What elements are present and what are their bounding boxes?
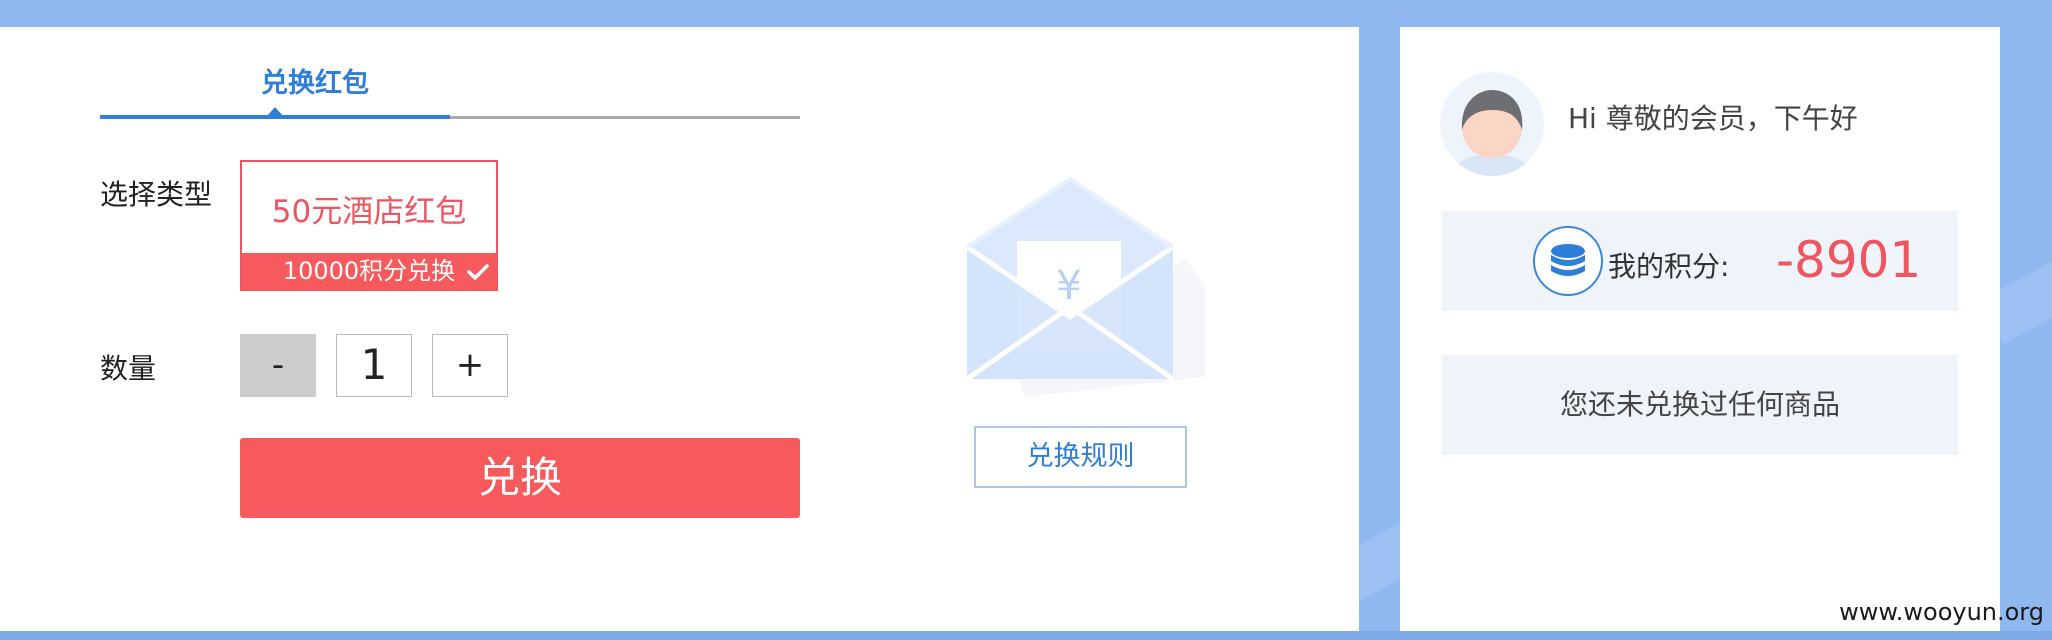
type-label: 选择类型 [100, 178, 213, 211]
check-icon [467, 264, 489, 280]
yuan-symbol: ¥ [1056, 263, 1081, 309]
redpacket-type-option[interactable]: 50元酒店红包 10000积分兑换 [240, 160, 498, 291]
exchange-rules-button[interactable]: 兑换规则 [974, 426, 1187, 488]
bottom-strip [0, 631, 2052, 640]
tab-caret-icon [267, 107, 283, 116]
avatar [1440, 72, 1544, 176]
member-panel: Hi 尊敬的会员，下午好 我的积分: -8901 您还未兑换过任何商品 [1400, 27, 2000, 631]
quantity-decrease-button[interactable]: - [240, 334, 316, 397]
exchange-button[interactable]: 兑换 [240, 438, 800, 518]
greeting-text: Hi 尊敬的会员，下午好 [1568, 102, 1858, 135]
quantity-label: 数量 [100, 352, 157, 385]
redpacket-cost: 10000积分兑换 [242, 253, 496, 289]
points-summary: 我的积分: -8901 [1442, 211, 1958, 311]
envelope-illustration: ¥ [965, 176, 1205, 397]
redpacket-cost-label: 10000积分兑换 [282, 257, 456, 285]
redpacket-type-title: 50元酒店红包 [271, 194, 467, 230]
quantity-increase-button[interactable]: + [432, 334, 508, 397]
exchange-panel: 兑换红包 选择类型 50元酒店红包 10000积分兑换 数量 - 1 + 兑换 … [0, 27, 1359, 631]
quantity-input[interactable]: 1 [336, 334, 412, 397]
user-avatar-icon [1456, 90, 1528, 176]
exchange-history: 您还未兑换过任何商品 [1442, 355, 1958, 455]
points-label: 我的积分: [1608, 250, 1730, 283]
tab-divider [450, 116, 800, 119]
watermark: www.wooyun.org [1839, 598, 2044, 626]
tab-bar: 兑换红包 [100, 27, 800, 122]
coin-stack-icon [1533, 226, 1603, 296]
points-value: -8901 [1776, 231, 1922, 289]
tab-exchange-redpacket[interactable]: 兑换红包 [220, 61, 410, 100]
